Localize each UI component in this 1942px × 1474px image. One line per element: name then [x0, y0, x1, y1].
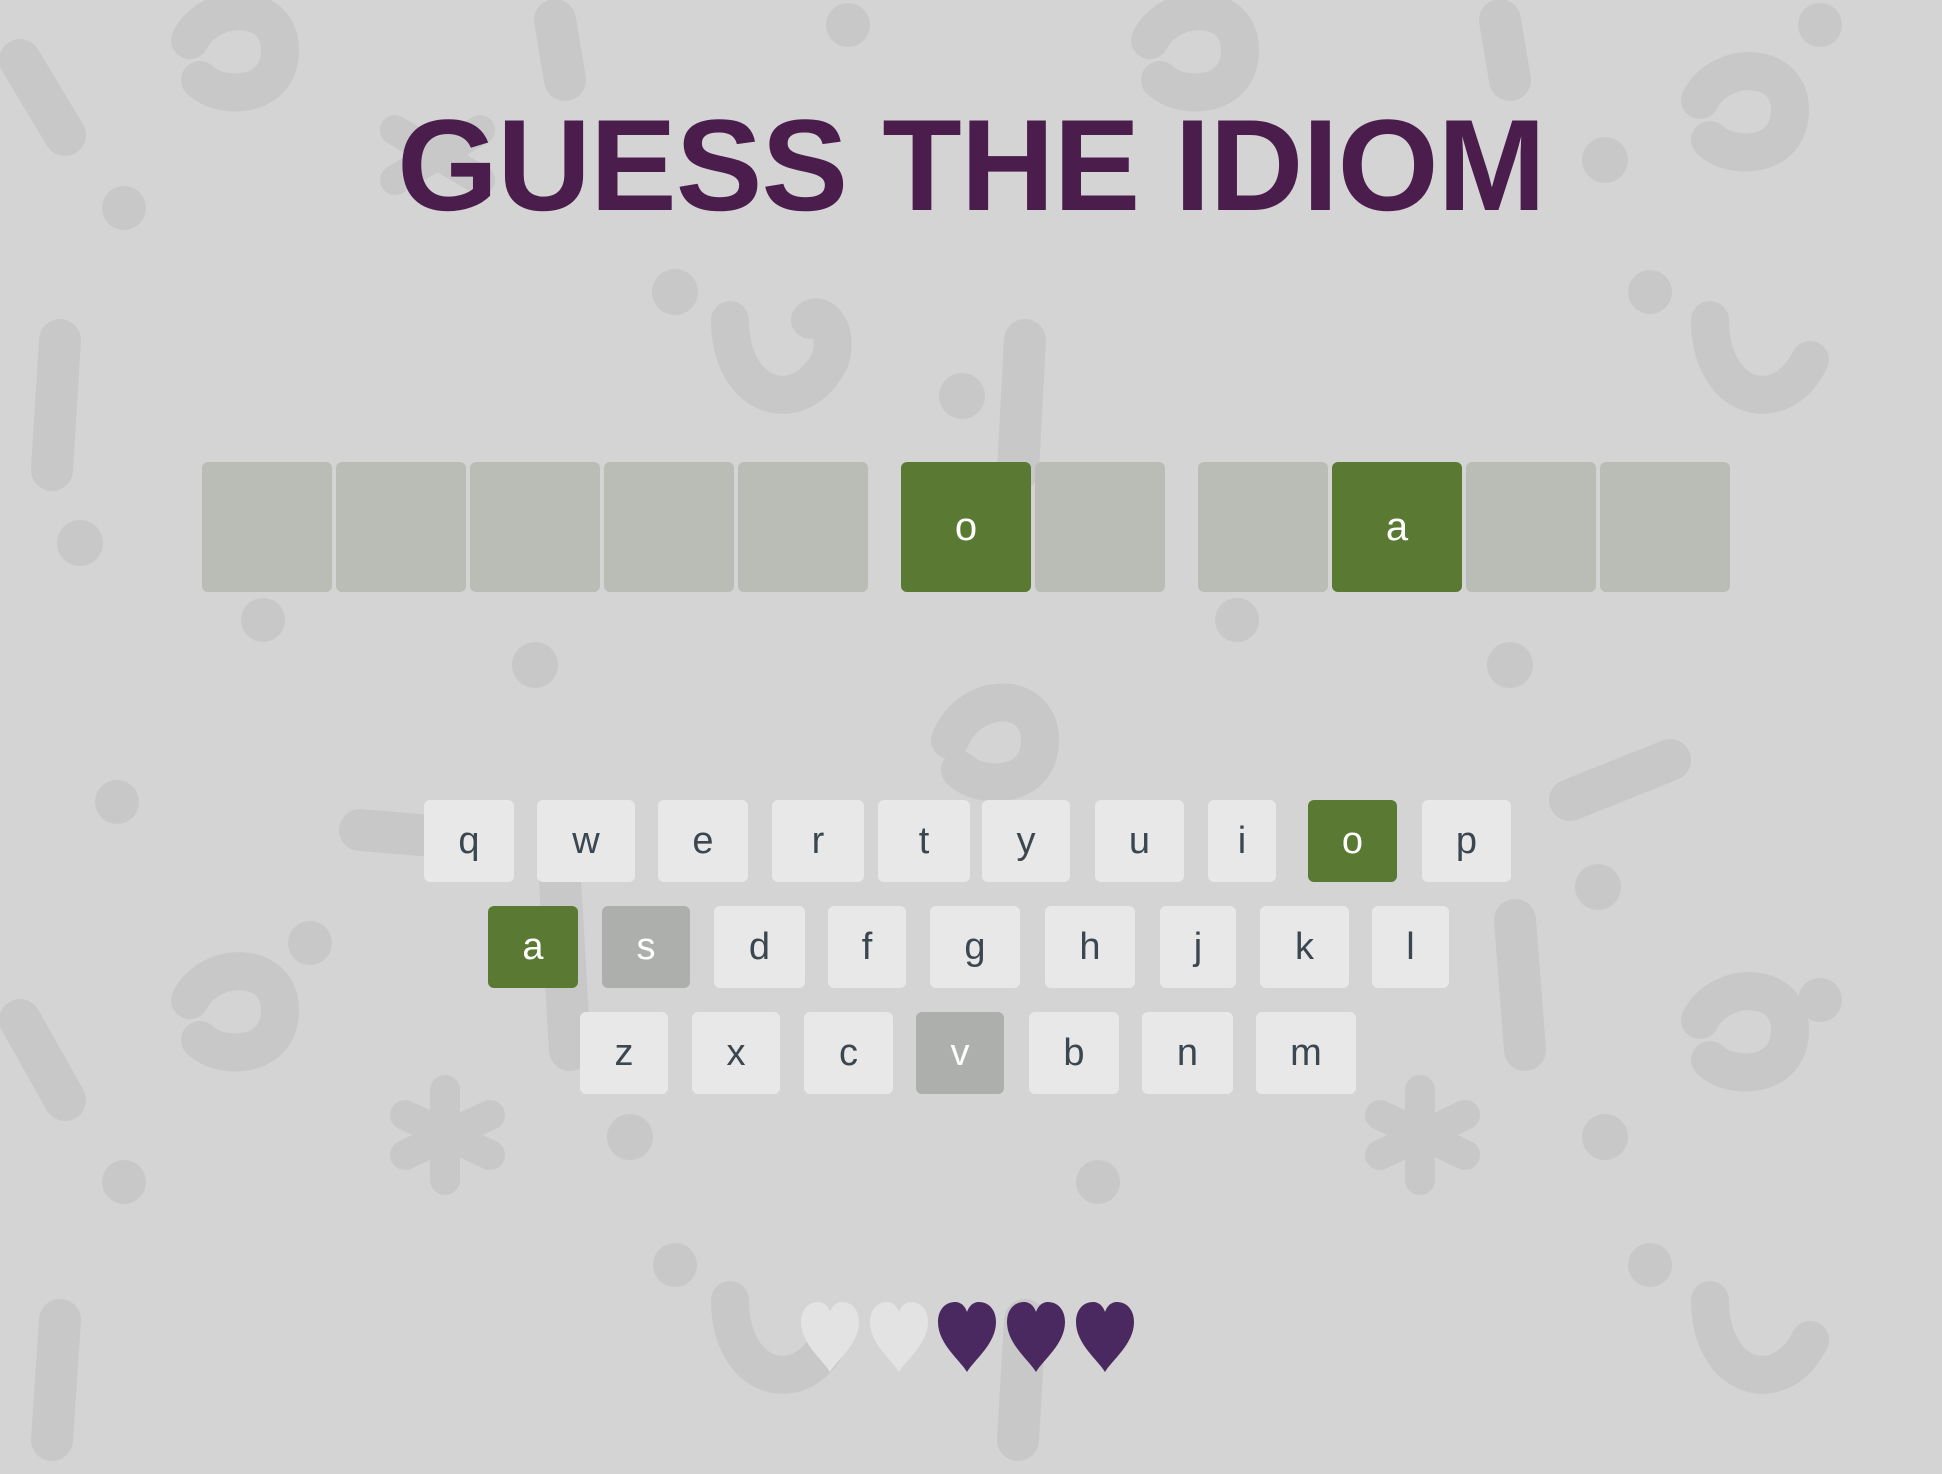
letter-tile-empty — [1600, 462, 1730, 592]
answer-word — [202, 462, 868, 592]
key-a[interactable]: a — [488, 906, 578, 988]
key-j[interactable]: j — [1160, 906, 1236, 988]
letter-tile-empty — [604, 462, 734, 592]
key-t[interactable]: t — [878, 800, 970, 882]
key-f[interactable]: f — [828, 906, 906, 988]
key-i[interactable]: i — [1208, 800, 1276, 882]
key-z[interactable]: z — [580, 1012, 668, 1094]
key-o[interactable]: o — [1308, 800, 1397, 882]
heart-icon — [1007, 1302, 1065, 1372]
key-k[interactable]: k — [1260, 906, 1349, 988]
answer-word: a — [1198, 462, 1730, 592]
letter-tile-empty — [738, 462, 868, 592]
key-c[interactable]: c — [804, 1012, 893, 1094]
key-p[interactable]: p — [1422, 800, 1511, 882]
heart-icon — [1076, 1302, 1134, 1372]
key-n[interactable]: n — [1142, 1012, 1233, 1094]
letter-tile-empty — [1466, 462, 1596, 592]
key-g[interactable]: g — [930, 906, 1020, 988]
answer-word: o — [901, 462, 1165, 592]
key-u[interactable]: u — [1095, 800, 1184, 882]
key-v[interactable]: v — [916, 1012, 1004, 1094]
letter-tile-empty — [336, 462, 466, 592]
key-w[interactable]: w — [537, 800, 635, 882]
key-m[interactable]: m — [1256, 1012, 1356, 1094]
key-x[interactable]: x — [692, 1012, 780, 1094]
answer-board: oa — [202, 462, 1730, 592]
heart-empty-icon — [870, 1302, 928, 1372]
letter-tile-revealed: o — [901, 462, 1031, 592]
key-y[interactable]: y — [982, 800, 1070, 882]
key-s[interactable]: s — [602, 906, 690, 988]
key-e[interactable]: e — [658, 800, 748, 882]
page-title: GUESS THE IDIOM — [397, 92, 1546, 238]
key-r[interactable]: r — [772, 800, 864, 882]
letter-tile-empty — [470, 462, 600, 592]
key-q[interactable]: q — [424, 800, 514, 882]
letter-tile-revealed: a — [1332, 462, 1462, 592]
letter-tile-empty — [1198, 462, 1328, 592]
key-l[interactable]: l — [1372, 906, 1449, 988]
key-b[interactable]: b — [1029, 1012, 1119, 1094]
letter-tile-empty — [202, 462, 332, 592]
key-h[interactable]: h — [1045, 906, 1135, 988]
heart-empty-icon — [801, 1302, 859, 1372]
heart-icon — [938, 1302, 996, 1372]
key-d[interactable]: d — [714, 906, 805, 988]
letter-tile-empty — [1035, 462, 1165, 592]
